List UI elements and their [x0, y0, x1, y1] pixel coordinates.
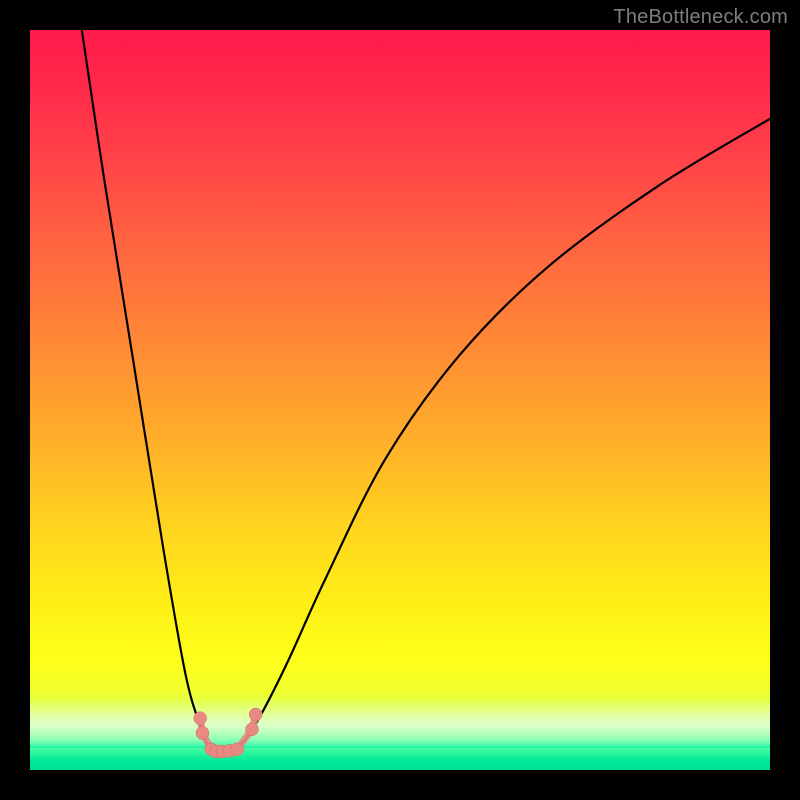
bottleneck-curve	[82, 30, 770, 754]
watermark-text: TheBottleneck.com	[613, 6, 788, 29]
curve-svg	[30, 30, 770, 770]
plot-area	[30, 30, 770, 770]
salmon-marker-cluster	[194, 708, 263, 758]
outer-frame: TheBottleneck.com	[0, 0, 800, 800]
